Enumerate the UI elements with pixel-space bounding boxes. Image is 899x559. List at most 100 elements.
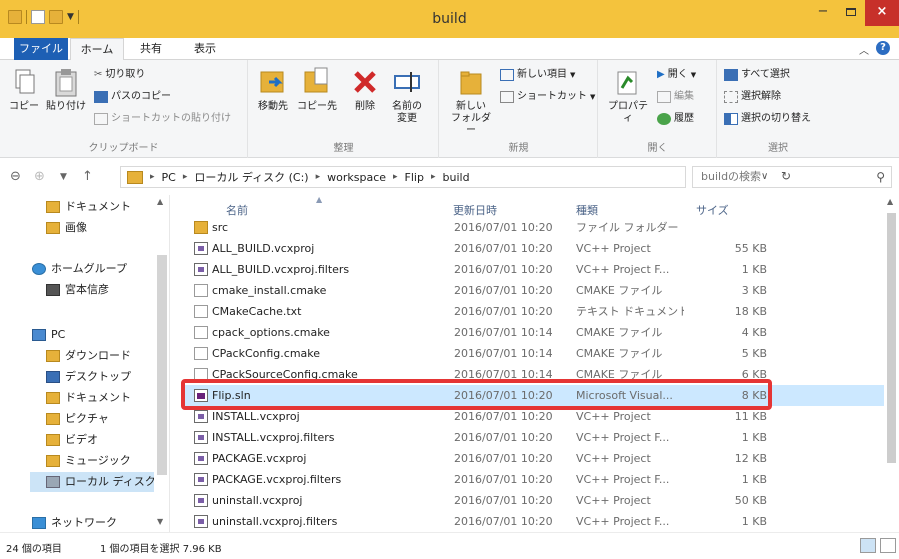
maximize-button[interactable] <box>838 0 864 26</box>
sidebar-item-pictures[interactable]: ピクチャ <box>46 409 109 429</box>
open-button[interactable]: ▶ 開く ▼ <box>657 68 696 82</box>
invert-selection-button[interactable]: 選択の切り替え <box>724 112 811 126</box>
properties-button[interactable]: プロパティ <box>605 66 651 125</box>
tab-file[interactable]: ファイル <box>14 38 68 60</box>
back-button[interactable]: ⊖ <box>10 169 21 184</box>
address-bar[interactable]: ▸ PC ▸ ローカル ディスク (C:) ▸ workspace ▸ Flip… <box>120 166 791 188</box>
scroll-down-icon[interactable]: ▼ <box>157 517 163 526</box>
select-none-button[interactable]: 選択解除 <box>724 90 781 104</box>
paste-shortcut-button[interactable]: ショートカットの貼り付け <box>94 112 231 126</box>
file-row[interactable]: cpack_options.cmake 2016/07/01 10:14 CMAKE… <box>184 322 884 343</box>
column-header-date[interactable]: 更新日時 <box>453 202 497 218</box>
select-none-icon <box>724 91 738 103</box>
breadcrumb-separator[interactable]: ▸ <box>393 172 398 182</box>
sidebar-scrollbar-thumb[interactable] <box>157 255 167 475</box>
recent-locations-dropdown[interactable]: ▼ <box>60 172 67 182</box>
new-folder-button[interactable]: 新しい フォルダー <box>448 66 494 137</box>
file-row[interactable]: PACKAGE.vcxproj.filters 2016/07/01 10:20 V… <box>184 469 884 490</box>
new-item-button[interactable]: 新しい項目 ▼ <box>500 68 575 82</box>
cut-button[interactable]: ✂ 切り取り <box>94 68 145 82</box>
help-icon[interactable]: ? <box>876 41 890 55</box>
sidebar-item-pc[interactable]: PC <box>32 325 65 345</box>
forward-button[interactable]: ⊕ <box>34 169 45 184</box>
sidebar-item-label: ダウンロード <box>65 349 131 362</box>
rename-button[interactable]: 名前の 変更 <box>385 66 429 125</box>
sidebar-item-downloads[interactable]: ダウンロード <box>46 346 131 366</box>
up-button[interactable]: ↑ <box>82 169 93 184</box>
sidebar-item-music[interactable]: ミュージック <box>46 451 131 471</box>
file-list-scrollbar-thumb[interactable] <box>887 213 896 463</box>
file-row[interactable]: INSTALL.vcxproj.filters 2016/07/01 10:20 V… <box>184 427 884 448</box>
sidebar-item-local-disk[interactable]: ローカル ディスク (C <box>30 472 154 492</box>
file-list-scrollbar[interactable]: ▲ <box>884 195 899 532</box>
sidebar-item-documents[interactable]: ドキュメント <box>46 197 131 217</box>
select-all-button[interactable]: すべて選択 <box>724 68 790 82</box>
new-folder-label: 新しい <box>456 101 486 112</box>
address-bar-row: ⊖ ⊕ ▼ ↑ ▸ PC ▸ ローカル ディスク (C:) ▸ workspac… <box>0 159 899 195</box>
search-input[interactable]: buildの検索 ⚲ <box>692 166 892 188</box>
copy-button[interactable]: コピー <box>6 66 42 113</box>
edit-button[interactable]: 編集 <box>657 90 694 104</box>
details-view-button[interactable] <box>860 538 876 553</box>
chevron-down-icon: ▼ <box>570 71 576 79</box>
sidebar-item-label: PC <box>51 328 66 341</box>
breadcrumb-pc[interactable]: PC <box>162 171 176 184</box>
sidebar-scrollbar[interactable]: ▲ ▼ <box>155 195 169 532</box>
scroll-up-icon[interactable]: ▲ <box>887 197 893 206</box>
search-icon[interactable]: ⚲ <box>876 167 885 187</box>
column-header-type[interactable]: 種類 <box>576 202 598 218</box>
delete-label: 削除 <box>355 101 375 112</box>
breadcrumb-separator[interactable]: ▸ <box>183 172 188 182</box>
minimize-button[interactable]: − <box>810 0 836 26</box>
breadcrumb-flip[interactable]: Flip <box>405 171 424 184</box>
file-type: VC++ Project F... <box>576 263 670 276</box>
select-all-icon <box>724 69 738 81</box>
breadcrumb-separator[interactable]: ▸ <box>150 172 155 182</box>
copy-path-button[interactable]: パスのコピー <box>94 90 171 104</box>
breadcrumb-workspace[interactable]: workspace <box>327 171 386 184</box>
file-name: uninstall.vcxproj <box>212 494 303 507</box>
edit-label: 編集 <box>674 91 694 102</box>
breadcrumb-local-disk[interactable]: ローカル ディスク (C:) <box>194 169 308 185</box>
large-icons-view-button[interactable] <box>880 538 896 553</box>
file-size: 4 KB <box>741 326 767 339</box>
breadcrumb-separator[interactable]: ▸ <box>316 172 321 182</box>
file-row[interactable]: uninstall.vcxproj 2016/07/01 10:20 VC++ Pr… <box>184 490 884 511</box>
file-row[interactable]: CMakeCache.txt 2016/07/01 10:20 テキスト ドキュメン… <box>184 301 884 322</box>
column-header-name[interactable]: 名前 <box>226 202 248 218</box>
search-placeholder: buildの検索 <box>701 170 762 183</box>
file-row[interactable]: ALL_BUILD.vcxproj 2016/07/01 10:20 VC++ Pr… <box>184 238 884 259</box>
sidebar-item-network[interactable]: ネットワーク <box>32 513 117 533</box>
sidebar-item-desktop[interactable]: デスクトップ <box>46 367 131 387</box>
selection-info: 1 個の項目を選択 7.96 KB <box>100 544 222 555</box>
file-type: VC++ Project F... <box>576 431 670 444</box>
file-row[interactable]: PACKAGE.vcxproj 2016/07/01 10:20 VC++ Proj… <box>184 448 884 469</box>
collapse-ribbon-icon[interactable]: ︿ <box>859 42 869 57</box>
file-row[interactable]: uninstall.vcxproj.filters 2016/07/01 10:2… <box>184 511 884 532</box>
breadcrumb-build[interactable]: build <box>443 171 470 184</box>
breadcrumb-separator[interactable]: ▸ <box>431 172 436 182</box>
sidebar-item-user[interactable]: 宮本信彦 <box>46 280 109 300</box>
delete-button[interactable]: 削除 <box>349 66 381 113</box>
scroll-up-icon[interactable]: ▲ <box>157 197 163 206</box>
sidebar-item-homegroup[interactable]: ホームグループ <box>32 259 127 279</box>
sidebar-item-documents[interactable]: ドキュメント <box>46 388 131 408</box>
file-row[interactable]: cmake_install.cmake 2016/07/01 10:20 CMAKE… <box>184 280 884 301</box>
shortcut-button[interactable]: ショートカット ▼ <box>500 90 595 104</box>
tab-share[interactable]: 共有 <box>126 38 176 60</box>
column-header-size[interactable]: サイズ <box>696 202 729 218</box>
tab-view[interactable]: 表示 <box>180 38 230 60</box>
network-icon <box>32 517 46 529</box>
file-row[interactable]: ALL_BUILD.vcxproj.filters 2016/07/01 10:2… <box>184 259 884 280</box>
tab-home[interactable]: ホーム <box>70 38 124 60</box>
copy-to-button[interactable]: コピー先 <box>295 66 339 113</box>
local-disk-icon <box>46 476 60 488</box>
file-row[interactable]: CPackConfig.cmake 2016/07/01 10:14 CMAKE フ… <box>184 343 884 364</box>
sidebar-item-pictures[interactable]: 画像 <box>46 218 87 238</box>
sidebar-item-videos[interactable]: ビデオ <box>46 430 98 450</box>
paste-button[interactable]: 貼り付け <box>46 66 86 113</box>
close-button[interactable]: × <box>865 0 899 26</box>
move-to-button[interactable]: 移動先 <box>253 66 293 113</box>
file-row[interactable]: src 2016/07/01 10:20 ファイル フォルダー <box>184 217 884 238</box>
history-button[interactable]: 履歴 <box>657 112 694 126</box>
